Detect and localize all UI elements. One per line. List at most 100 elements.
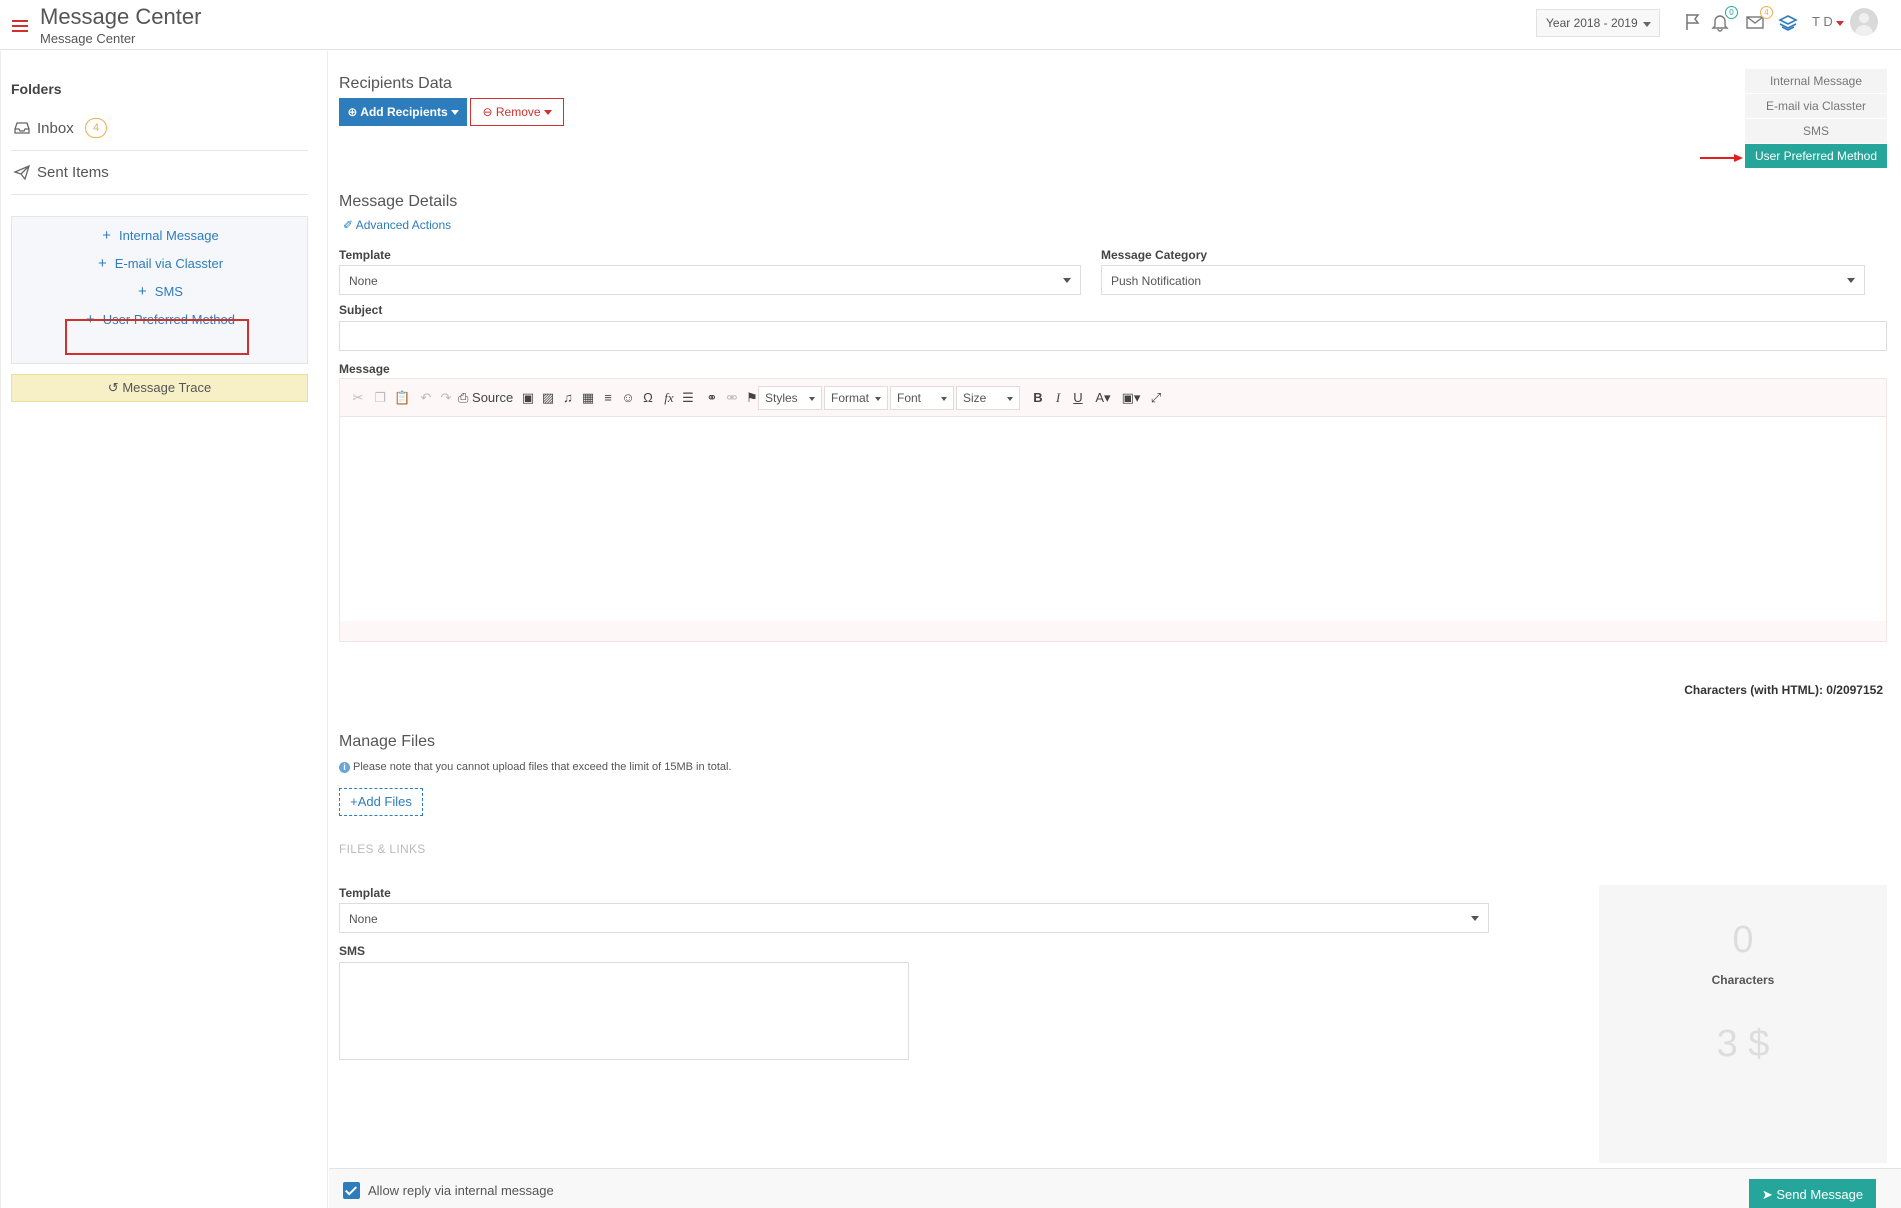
font-dropdown[interactable]: Font (890, 386, 954, 410)
rich-text-editor: ✂ ❐ 📋 ↶ ↷ ⎙ Source ▣ ▨ ♫ ▦ ≡ ☺ Ω fx ☰ ⚭ … (339, 378, 1887, 642)
bell-icon[interactable]: 0 (1710, 6, 1738, 34)
maximize-icon[interactable]: ⤢ (1148, 389, 1164, 407)
sms-textarea[interactable] (339, 962, 909, 1060)
tab-sms[interactable]: SMS (1745, 119, 1887, 144)
unlink-icon[interactable]: ⚮ (724, 389, 740, 407)
underline-icon[interactable]: U (1070, 389, 1086, 407)
plus-icon: + (350, 794, 358, 809)
undo-icon[interactable]: ↶ (418, 389, 434, 407)
formula-icon[interactable]: fx (660, 389, 678, 407)
recipients-title: Recipients Data (339, 75, 452, 92)
chevron-down-icon (543, 110, 552, 116)
message-trace-button[interactable]: ↺ Message Trace (11, 374, 308, 402)
page-title: Message Center (40, 4, 202, 29)
folders-sidebar: Folders Inbox 4 Sent Items + Internal Mes… (0, 51, 328, 1208)
avatar[interactable] (1850, 8, 1878, 36)
folder-sent-items[interactable]: Sent Items (11, 151, 308, 195)
message-count-badge: 4 (1760, 6, 1773, 19)
cut-icon[interactable]: ✂ (350, 389, 366, 407)
envelope-icon[interactable]: 4 (1745, 6, 1773, 34)
chevron-down-icon (1063, 278, 1071, 283)
highlight-annotation-box (65, 319, 249, 355)
message-details-title: Message Details (339, 193, 458, 210)
template-label: Template (339, 248, 391, 262)
new-internal-message-link[interactable]: + Internal Message (12, 227, 309, 244)
bold-icon[interactable]: B (1030, 389, 1046, 407)
paper-plane-icon (13, 164, 31, 181)
plus-icon: + (138, 283, 147, 300)
background-color-icon[interactable]: ▣▾ (1120, 389, 1142, 407)
folder-inbox[interactable]: Inbox 4 (11, 107, 308, 151)
editor-toolbar: ✂ ❐ 📋 ↶ ↷ ⎙ Source ▣ ▨ ♫ ▦ ≡ ☺ Ω fx ☰ ⚭ … (340, 379, 1886, 417)
tab-internal-message[interactable]: Internal Message (1745, 69, 1887, 94)
notification-count-badge: 0 (1725, 6, 1738, 19)
add-recipients-button[interactable]: ⊕ Add Recipients (339, 98, 467, 126)
sms-template-select[interactable]: None (339, 903, 1489, 933)
omega-icon[interactable]: Ω (640, 389, 656, 407)
chevron-down-icon (809, 397, 815, 401)
message-label: Message (339, 362, 390, 376)
source-button[interactable]: ⎙ Source (458, 389, 518, 407)
sms-label: SMS (339, 944, 366, 958)
size-dropdown[interactable]: Size (956, 386, 1020, 410)
advanced-actions-link[interactable]: ✐ Advanced Actions (343, 218, 451, 232)
format-dropdown[interactable]: Format (824, 386, 888, 410)
manage-files-title: Manage Files (339, 733, 436, 750)
plus-icon: + (97, 255, 107, 272)
subject-input[interactable] (339, 321, 1887, 351)
link-icon[interactable]: ⚭ (704, 389, 720, 407)
copy-icon[interactable]: ❐ (372, 389, 388, 407)
italic-icon[interactable]: I (1050, 389, 1066, 407)
chevron-down-icon (941, 397, 947, 401)
layers-icon[interactable] (1777, 12, 1799, 34)
styles-dropdown[interactable]: Styles (758, 386, 822, 410)
add-files-button[interactable]: +Add Files (339, 788, 423, 816)
source-icon: ⎙ (458, 390, 469, 405)
horizontal-line-icon[interactable]: ≡ (600, 389, 616, 407)
breadcrumb: Message Center (40, 31, 136, 46)
plus-circle-icon: ⊕ (347, 105, 358, 119)
allow-reply-label[interactable]: Allow reply via internal message (368, 1183, 554, 1198)
audio-icon[interactable]: ♫ (560, 389, 576, 407)
new-sms-link[interactable]: + SMS (12, 283, 309, 300)
folder-label: Sent Items (37, 164, 109, 181)
tab-email-via-classter[interactable]: E-mail via Classter (1745, 94, 1887, 119)
remove-recipients-button[interactable]: ⊖ Remove (470, 98, 564, 126)
table-icon[interactable]: ▦ (580, 389, 596, 407)
smiley-icon[interactable]: ☺ (620, 389, 636, 407)
image-insert-icon[interactable]: ▨ (540, 389, 556, 407)
user-menu-caret-icon[interactable] (1836, 21, 1844, 26)
plus-icon: + (102, 227, 112, 244)
wand-icon: ✐ (343, 218, 354, 232)
inbox-count-badge: 4 (85, 118, 107, 138)
chevron-down-icon (1007, 397, 1013, 401)
user-initials[interactable]: T D (1812, 14, 1833, 29)
new-email-link[interactable]: + E-mail via Classter (12, 255, 309, 272)
chevron-down-icon (450, 110, 459, 116)
template-select[interactable]: None (339, 265, 1081, 295)
subject-label: Subject (339, 303, 383, 317)
info-icon: i (339, 762, 350, 773)
year-select[interactable]: Year 2018 - 2019 (1536, 9, 1660, 37)
message-body-editor[interactable] (342, 419, 1884, 619)
tab-user-preferred-method[interactable]: User Preferred Method (1745, 144, 1887, 169)
arrow-annotation-icon (1700, 154, 1743, 162)
list-icon[interactable]: ☰ (680, 389, 696, 407)
text-color-icon[interactable]: A▾ (1092, 389, 1114, 407)
sms-template-label: Template (339, 886, 391, 900)
compose-footer: Allow reply via internal message ➤ Send … (329, 1168, 1901, 1208)
send-message-button[interactable]: ➤ Send Message (1749, 1179, 1876, 1208)
folders-title: Folders (11, 81, 62, 97)
paste-icon[interactable]: 📋 (394, 389, 410, 407)
sms-character-count: 0 (1732, 919, 1754, 961)
sms-stats-panel: 0 Characters 3 $ (1599, 885, 1887, 1163)
hamburger-menu-icon[interactable] (12, 20, 28, 32)
allow-reply-checkbox[interactable] (343, 1182, 360, 1199)
redo-icon[interactable]: ↷ (438, 389, 454, 407)
inbox-icon (13, 120, 31, 136)
message-category-select[interactable]: Push Notification (1101, 265, 1865, 295)
paper-plane-icon: ➤ (1761, 1187, 1773, 1202)
image-icon[interactable]: ▣ (520, 389, 536, 407)
flag-icon[interactable] (1683, 12, 1705, 34)
sms-cost: 3 $ (1716, 1023, 1770, 1065)
